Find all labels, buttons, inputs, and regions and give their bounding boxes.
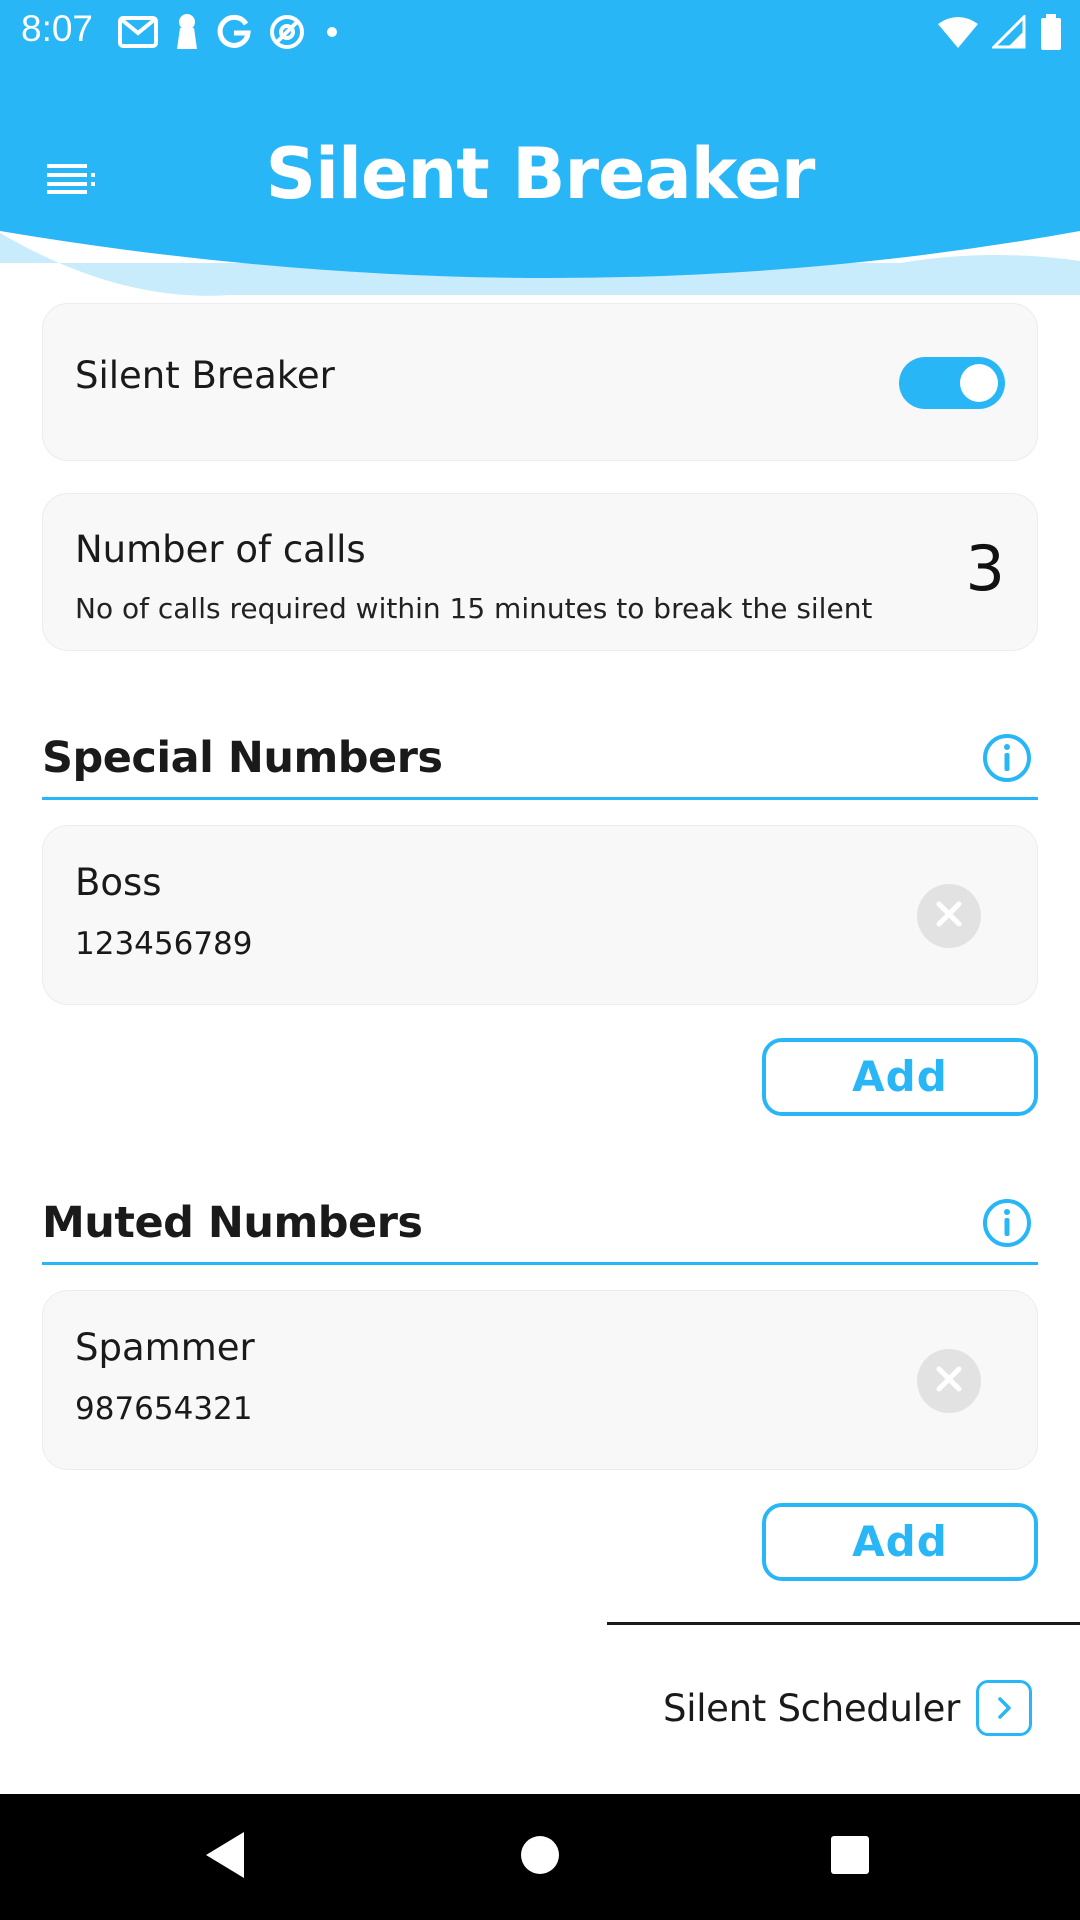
remove-muted-number-button[interactable] (917, 1349, 981, 1413)
special-numbers-title: Special Numbers (42, 733, 443, 783)
google-icon (216, 14, 252, 50)
close-icon (934, 1364, 964, 1398)
special-number-item[interactable]: Boss 123456789 (42, 825, 1038, 1005)
home-button[interactable] (510, 1827, 570, 1887)
number-of-calls-description: No of calls required within 15 minutes t… (75, 592, 873, 625)
silent-scheduler-link[interactable]: Silent Scheduler (663, 1680, 1032, 1736)
recents-button[interactable] (820, 1827, 880, 1887)
number-of-calls-value: 3 (965, 532, 1005, 605)
keyhole-icon (174, 13, 200, 51)
remove-special-number-button[interactable] (917, 884, 981, 948)
footer-divider (607, 1622, 1080, 1625)
contact-number: 987654321 (75, 1391, 253, 1427)
silent-breaker-toggle[interactable] (899, 357, 1005, 409)
special-numbers-info-icon[interactable] (982, 733, 1032, 783)
number-of-calls-label: Number of calls (75, 528, 366, 571)
contact-name: Boss (75, 861, 162, 904)
at-sign-icon (268, 13, 306, 51)
battery-icon (1040, 14, 1062, 50)
system-icons (938, 10, 1062, 54)
back-triangle-icon (202, 1830, 248, 1884)
chevron-right-icon (976, 1680, 1032, 1736)
notification-icons (118, 10, 342, 54)
contact-name: Spammer (75, 1326, 255, 1369)
home-circle-icon (518, 1833, 562, 1881)
dot-icon (322, 22, 342, 42)
wifi-icon (938, 16, 978, 48)
add-muted-number-button[interactable]: Add (762, 1503, 1038, 1581)
toggle-knob (960, 364, 998, 402)
system-nav-bar (0, 1794, 1080, 1920)
muted-numbers-header: Muted Numbers (42, 1193, 1038, 1265)
status-time: 8:07 (21, 8, 94, 49)
silent-scheduler-label: Silent Scheduler (663, 1686, 960, 1730)
back-button[interactable] (195, 1827, 255, 1887)
number-of-calls-card[interactable]: Number of calls No of calls required wit… (42, 493, 1038, 651)
silent-breaker-card: Silent Breaker (42, 303, 1038, 461)
app-title: Silent Breaker (265, 133, 816, 215)
close-icon (934, 899, 964, 933)
muted-numbers-info-icon[interactable] (982, 1198, 1032, 1248)
recents-square-icon (829, 1834, 871, 1880)
add-special-number-button[interactable]: Add (762, 1038, 1038, 1116)
contact-number: 123456789 (75, 926, 253, 962)
cell-signal-icon (992, 15, 1026, 49)
muted-numbers-title: Muted Numbers (42, 1198, 423, 1248)
special-numbers-header: Special Numbers (42, 728, 1038, 800)
gmail-icon (118, 15, 158, 49)
app-header: Silent Breaker (0, 63, 1080, 303)
status-bar: 8:07 (0, 0, 1080, 63)
silent-breaker-label: Silent Breaker (75, 354, 335, 397)
muted-number-item[interactable]: Spammer 987654321 (42, 1290, 1038, 1470)
